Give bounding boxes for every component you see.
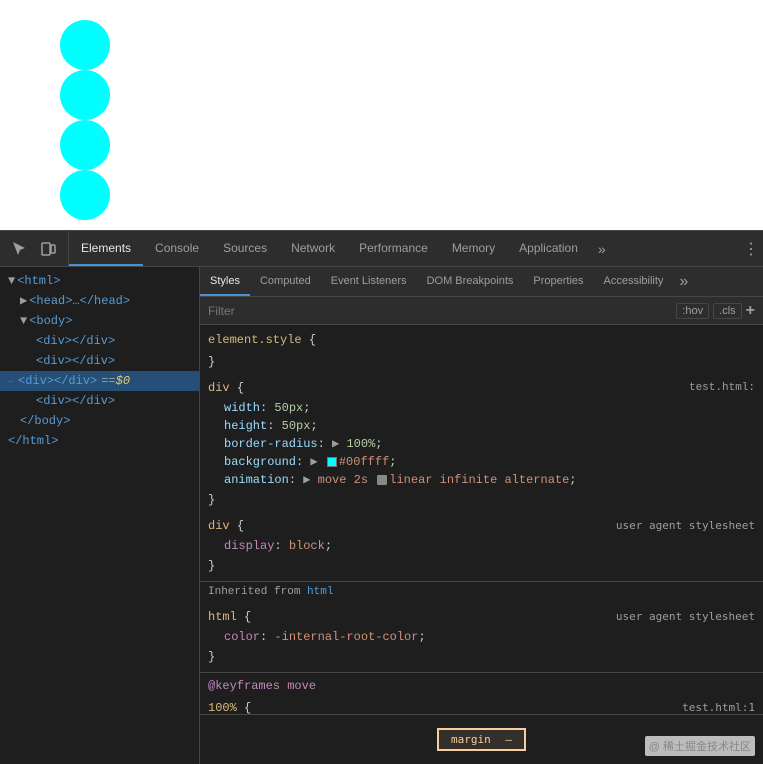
devtools-menu-button[interactable]: ⋮: [739, 237, 763, 261]
devtools-panel: Elements Console Sources Network Perform…: [0, 230, 763, 764]
toolbar-icons: [0, 231, 69, 266]
div-rule-header: test.html: div {: [200, 377, 763, 399]
dom-line-html[interactable]: ▼<html>: [0, 271, 199, 291]
tab-elements[interactable]: Elements: [69, 231, 143, 266]
cls-filter-button[interactable]: .cls: [713, 303, 742, 319]
dom-line-div1[interactable]: <div></div>: [0, 331, 199, 351]
html-useragent-header: user agent stylesheet html {: [200, 606, 763, 628]
tab-properties[interactable]: Properties: [523, 267, 593, 296]
element-style-rule: element.style {: [200, 329, 763, 351]
filter-bar: :hov .cls +: [200, 297, 763, 325]
filter-buttons: :hov .cls: [676, 303, 741, 319]
dom-panel: ▼<html> ▶<head>…</head> ▼<body> <div></d…: [0, 267, 200, 764]
inherited-from: Inherited from html: [200, 581, 763, 602]
styles-tab-overflow[interactable]: »: [673, 273, 694, 291]
circle-2: [60, 70, 110, 120]
tab-event-listeners[interactable]: Event Listeners: [321, 267, 417, 296]
inspect-element-button[interactable]: [8, 237, 32, 261]
watermark: @ 稀土掘金技术社区: [645, 736, 755, 756]
circle-1: [60, 20, 110, 70]
animation-checkbox[interactable]: [377, 475, 387, 485]
dom-line-head[interactable]: ▶<head>…</head>: [0, 291, 199, 311]
tab-dom-breakpoints[interactable]: DOM Breakpoints: [417, 267, 524, 296]
element-style-close: }: [200, 351, 763, 373]
tab-memory[interactable]: Memory: [440, 231, 507, 266]
css-prop-background[interactable]: background: ▶ #00ffff;: [200, 453, 763, 471]
circle-3: [60, 120, 110, 170]
div-rule-close: }: [200, 489, 763, 511]
tab-overflow[interactable]: »: [590, 231, 614, 266]
keyframes-header: @keyframes move: [200, 672, 763, 697]
tab-accessibility[interactable]: Accessibility: [594, 267, 674, 296]
devtools-main: ▼<html> ▶<head>…</head> ▼<body> <div></d…: [0, 267, 763, 764]
css-prop-border-radius[interactable]: border-radius: ▶ 100%;: [200, 435, 763, 453]
css-prop-animation[interactable]: animation: ▶ move 2s linear infinite alt…: [200, 471, 763, 489]
device-toggle-button[interactable]: [36, 237, 60, 261]
tab-computed[interactable]: Computed: [250, 267, 321, 296]
css-prop-color[interactable]: color: -internal-root-color;: [200, 628, 763, 646]
css-prop-height[interactable]: height: 50px;: [200, 417, 763, 435]
tab-styles[interactable]: Styles: [200, 267, 250, 296]
styles-tabs: Styles Computed Event Listeners DOM Brea…: [200, 267, 763, 297]
tab-console[interactable]: Console: [143, 231, 211, 266]
div-useragent-header: user agent stylesheet div {: [200, 515, 763, 537]
circle-4: [60, 170, 110, 220]
devtools-tabs: Elements Console Sources Network Perform…: [69, 231, 739, 266]
tab-performance[interactable]: Performance: [347, 231, 440, 266]
html-useragent-close: }: [200, 646, 763, 668]
css-prop-width[interactable]: width: 50px;: [200, 399, 763, 417]
dom-line-div3-selected[interactable]: … <div></div> == $0: [0, 371, 199, 391]
tab-network[interactable]: Network: [279, 231, 347, 266]
dom-line-body[interactable]: ▼<body>: [0, 311, 199, 331]
color-swatch[interactable]: [327, 457, 337, 467]
add-style-button[interactable]: +: [746, 302, 755, 320]
dom-line-body-close[interactable]: </body>: [0, 411, 199, 431]
dom-line-html-close[interactable]: </html>: [0, 431, 199, 451]
hov-filter-button[interactable]: :hov: [676, 303, 709, 319]
preview-area: [0, 0, 763, 230]
div-useragent-close: }: [200, 555, 763, 577]
keyframes-100-header: test.html:1 100% {: [200, 697, 763, 714]
devtools-toolbar: Elements Console Sources Network Perform…: [0, 231, 763, 267]
dom-line-div2[interactable]: <div></div>: [0, 351, 199, 371]
css-content: element.style { } test.html: div { width…: [200, 325, 763, 714]
dom-line-div4[interactable]: <div></div>: [0, 391, 199, 411]
css-prop-display[interactable]: display: block;: [200, 537, 763, 555]
tab-sources[interactable]: Sources: [211, 231, 279, 266]
filter-input[interactable]: [208, 304, 672, 318]
tab-application[interactable]: Application: [507, 231, 590, 266]
box-model-margin: margin –: [437, 728, 526, 751]
styles-panel: Styles Computed Event Listeners DOM Brea…: [200, 267, 763, 764]
